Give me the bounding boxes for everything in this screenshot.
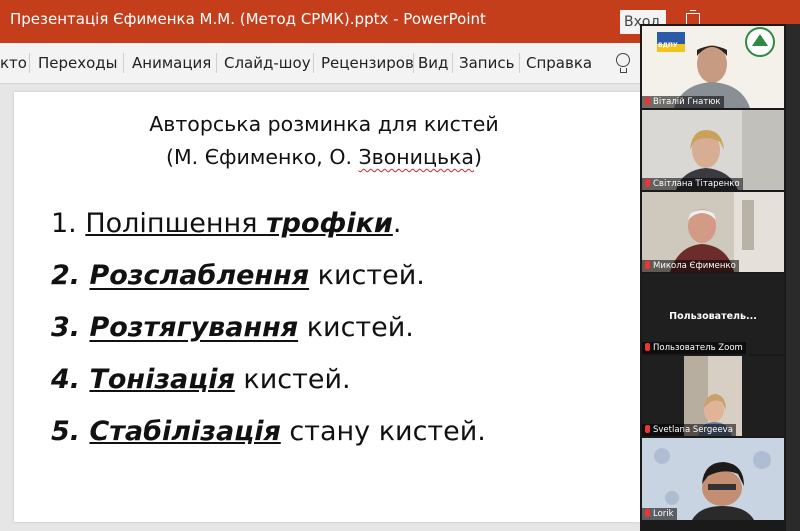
list-item-rest: стану кистей. [280, 416, 486, 447]
tab-animation[interactable]: Анимация [132, 43, 211, 83]
tab-help[interactable]: Справка [526, 43, 592, 83]
tab-separator [123, 53, 124, 73]
tab-separator [29, 53, 30, 73]
muted-mic-icon [645, 509, 650, 517]
slide-subtitle-name: Звоницька [358, 145, 474, 169]
list-item-number: 4. [51, 364, 90, 395]
list-item-rest: кистей. [234, 364, 351, 395]
muted-mic-icon [645, 179, 650, 187]
muted-mic-icon [645, 425, 650, 433]
list-item-rest: кистей. [309, 260, 425, 291]
gallery-scrollbar[interactable] [786, 24, 800, 531]
participant-name: Svetlana Sergeeva [642, 424, 736, 436]
participant-name: Віталій Гнатюк [642, 96, 724, 108]
tab-review[interactable]: Рецензирование [321, 43, 413, 83]
tab-transitions[interactable]: Переходы [38, 43, 118, 83]
participant-tile[interactable]: Микола Єфименко [642, 192, 784, 272]
participant-name: Lorik [642, 508, 677, 520]
tab-separator [216, 53, 217, 73]
participant-tile[interactable]: Svetlana Sergeeva [642, 356, 784, 436]
slide-subtitle-close: ) [473, 145, 482, 169]
list-item-word: Поліпшення [85, 208, 267, 239]
list-item-rest: . [392, 208, 402, 239]
participant-placeholder: Пользователь... [669, 311, 757, 322]
participant-tile[interactable]: Lorik [642, 438, 784, 520]
list-item-number: 3. [51, 312, 90, 343]
list-item-number: 2. [51, 260, 90, 291]
muted-mic-icon [645, 97, 650, 105]
list-item: 2. Розслаблення кистей. [51, 258, 486, 310]
slide-subtitle-open: (М. Єфименко, О. [166, 145, 359, 169]
tab-separator [313, 53, 314, 73]
tab-separator [413, 53, 414, 73]
tab-view[interactable]: Вид [418, 43, 448, 83]
list-item-keyword: Розтягування [89, 312, 299, 343]
participant-tile[interactable]: Світлана Тітаренко [642, 110, 784, 190]
slide-title: Авторська розминка для кистей (М. Єфимен… [14, 108, 634, 174]
list-item: 4. Тонізація кистей. [51, 362, 486, 414]
window-title: Презентація Єфименка М.М. (Метод СРМК).p… [10, 10, 486, 28]
tab-slideshow[interactable]: Слайд-шоу [224, 43, 311, 83]
list-item: 1. Поліпшення трофіки. [51, 206, 486, 258]
tab-partial[interactable]: кто [0, 43, 28, 83]
org-logo-text: ВДПУ [658, 42, 678, 49]
muted-mic-icon [645, 261, 650, 269]
list-item: 3. Розтягування кистей. [51, 310, 486, 362]
tab-separator [452, 53, 453, 73]
slide-numbered-list: 1. Поліпшення трофіки. 2. Розслаблення к… [51, 206, 486, 466]
list-item: 5. Стабілізація стану кистей. [51, 414, 486, 466]
list-item-keyword: Стабілізація [89, 416, 281, 447]
list-item-rest: кистей. [298, 312, 414, 343]
tab-record[interactable]: Запись [459, 43, 514, 83]
tab-separator [519, 53, 520, 73]
slide-title-line: Авторська розминка для кистей [149, 112, 499, 136]
list-item-number: 5. [51, 416, 90, 447]
participant-tile[interactable]: Пользователь... Пользователь Zoom [642, 274, 784, 354]
participant-name: Микола Єфименко [642, 260, 739, 272]
muted-mic-icon [645, 343, 650, 351]
lightbulb-icon[interactable] [616, 53, 630, 73]
slide-canvas[interactable]: Авторська розминка для кистей (М. Єфимен… [14, 92, 640, 522]
participant-name: Світлана Тітаренко [642, 178, 743, 190]
slide-subtitle-line: (М. Єфименко, О. Звоницька) [14, 141, 634, 174]
list-item-keyword: Тонізація [89, 364, 235, 395]
list-item-keyword: Розслаблення [89, 260, 310, 291]
list-item-number: 1. [51, 208, 86, 239]
participant-name: Пользователь Zoom [642, 342, 746, 354]
list-item-keyword: трофіки [266, 208, 393, 239]
participant-tile[interactable]: ВДПУ Віталій Гнатюк [642, 26, 784, 108]
